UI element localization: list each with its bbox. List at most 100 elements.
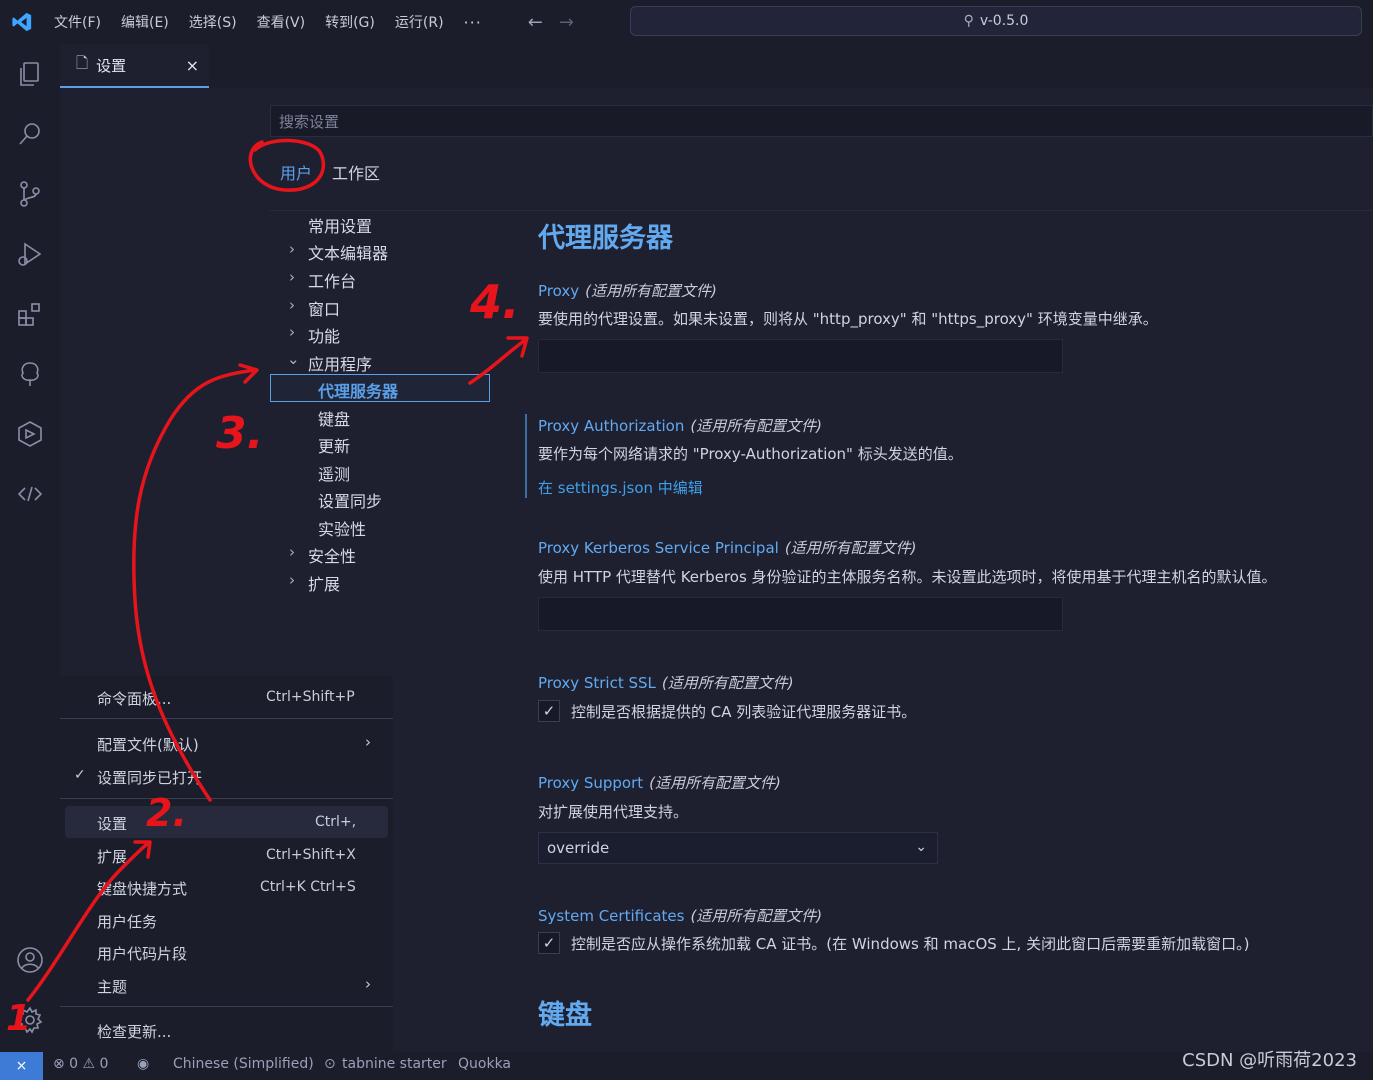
menu-keybindings[interactable]: 键盘快捷方式	[97, 878, 187, 899]
title-bar: 文件(F) 编辑(E) 选择(S) 查看(V) 转到(G) 运行(R) ··· …	[0, 0, 1373, 44]
remote-indicator-icon[interactable]: ⨯	[0, 1052, 43, 1080]
chevron-down-icon[interactable]: ⌄	[287, 350, 300, 368]
chevron-right-icon[interactable]: ›	[289, 268, 295, 286]
menu-snippets[interactable]: 用户代码片段	[97, 943, 187, 964]
toc-common[interactable]: 常用设置	[308, 213, 372, 237]
toc-text-editor[interactable]: 文本编辑器	[308, 240, 388, 264]
shortcut: Ctrl+Shift+X	[266, 847, 356, 863]
menu-view[interactable]: 查看(V)	[257, 12, 306, 32]
back-arrow-icon[interactable]: ←	[528, 12, 543, 33]
toc-keyboard[interactable]: 键盘	[318, 406, 350, 430]
search-placeholder: 搜索设置	[279, 112, 340, 131]
toc-experimental[interactable]: 实验性	[318, 516, 366, 540]
search-icon[interactable]	[14, 118, 46, 150]
menu-command-palette[interactable]: 命令面板...	[97, 688, 171, 709]
menu-settings[interactable]: 设置	[97, 813, 127, 834]
tabnine-status[interactable]: tabnine starter	[342, 1056, 447, 1072]
tab-settings[interactable]: 🗋 设置 ×	[60, 44, 209, 88]
live-share-icon[interactable]	[14, 478, 46, 510]
menu-edit[interactable]: 编辑(E)	[121, 12, 169, 32]
toc-sync[interactable]: 设置同步	[318, 488, 382, 512]
setting-strict-ssl-title: Proxy Strict SSL (适用所有配置文件)	[538, 672, 794, 693]
close-icon[interactable]: ×	[186, 56, 199, 75]
kerberos-input[interactable]	[538, 597, 1063, 631]
toc-extensions[interactable]: 扩展	[308, 571, 340, 595]
strict-ssl-label: 控制是否根据提供的 CA 列表验证代理服务器证书。	[571, 703, 917, 721]
menu-user-tasks[interactable]: 用户任务	[97, 911, 157, 932]
tab-bar: 🗋 设置 ×	[60, 44, 1373, 88]
chevron-right-icon[interactable]: ›	[289, 543, 295, 561]
setting-proxy-title: Proxy (适用所有配置文件)	[538, 280, 717, 301]
account-icon[interactable]	[14, 944, 46, 976]
chevron-right-icon[interactable]: ›	[289, 571, 295, 589]
toc-telemetry[interactable]: 遥测	[318, 461, 350, 485]
setting-proxy-auth-title: Proxy Authorization (适用所有配置文件)	[538, 415, 822, 436]
divider	[60, 798, 393, 799]
setting-name: System Certificates	[538, 907, 685, 925]
menu-check-updates[interactable]: 检查更新...	[97, 1021, 171, 1042]
setting-name: Proxy Authorization	[538, 417, 685, 435]
run-debug-icon[interactable]	[14, 238, 46, 270]
menu-file[interactable]: 文件(F)	[54, 12, 101, 32]
section-title: 代理服务器	[538, 223, 673, 254]
setting-scope: (适用所有配置文件)	[690, 907, 823, 925]
tree-icon[interactable]	[14, 358, 46, 390]
command-center-label: v-0.5.0	[979, 13, 1029, 29]
chevron-right-icon[interactable]: ›	[289, 296, 295, 314]
toc-workbench[interactable]: 工作台	[308, 268, 356, 292]
menu-sync-on[interactable]: 设置同步已打开	[97, 767, 202, 788]
setting-focus-bar	[525, 414, 527, 498]
settings-search-input[interactable]: 搜索设置	[270, 105, 1373, 137]
remote-explorer-icon[interactable]	[14, 418, 46, 450]
menu-themes[interactable]: 主题	[97, 976, 127, 997]
system-certs-label: 控制是否应从操作系统加载 CA 证书。(在 Windows 和 macOS 上,…	[571, 935, 1250, 953]
tab-user-scope[interactable]: 用户	[280, 160, 312, 184]
proxy-input[interactable]	[538, 339, 1063, 373]
menu-extensions[interactable]: 扩展	[97, 846, 127, 867]
setting-name: Proxy	[538, 282, 580, 300]
language-indicator[interactable]: Chinese (Simplified)	[173, 1056, 314, 1072]
explorer-icon[interactable]	[14, 58, 46, 90]
setting-scope: (适用所有配置文件)	[784, 539, 917, 557]
forward-arrow-icon[interactable]: →	[559, 12, 574, 33]
problems-indicator[interactable]: ⊗ 0 ⚠ 0	[53, 1056, 108, 1072]
eye-icon[interactable]: ◉	[137, 1056, 149, 1072]
watermark: CSDN @听雨荷2023	[1182, 1050, 1357, 1071]
tab-workspace-scope[interactable]: 工作区	[332, 160, 380, 184]
menu-profile[interactable]: 配置文件(默认)	[97, 734, 199, 755]
chevron-down-icon: ⌄	[915, 839, 927, 855]
section-title-keyboard: 键盘	[538, 1000, 592, 1031]
quokka-status[interactable]: Quokka	[458, 1056, 511, 1072]
menu-selection[interactable]: 选择(S)	[189, 12, 237, 32]
proxy-support-select[interactable]: override ⌄	[538, 832, 938, 864]
setting-scope: (适用所有配置文件)	[690, 417, 823, 435]
menu-run[interactable]: 运行(R)	[395, 12, 444, 32]
extensions-icon[interactable]	[14, 298, 46, 330]
vscode-logo-icon	[0, 0, 44, 44]
toc-window[interactable]: 窗口	[308, 296, 340, 320]
chevron-right-icon[interactable]: ›	[289, 240, 295, 258]
tab-label: 设置	[96, 56, 127, 75]
chevron-right-icon[interactable]: ›	[289, 323, 295, 341]
edit-in-settings-json-link[interactable]: 在 settings.json 中编辑	[538, 477, 703, 498]
toc-features[interactable]: 功能	[308, 323, 340, 347]
manage-gear-icon[interactable]	[14, 1004, 46, 1036]
toc-update[interactable]: 更新	[318, 433, 350, 457]
setting-proxy-support-desc: 对扩展使用代理支持。	[538, 803, 689, 821]
command-center-search[interactable]: ⚲ v-0.5.0	[630, 6, 1362, 36]
setting-proxy-auth-desc: 要作为每个网络请求的 "Proxy-Authorization" 标头发送的值。	[538, 445, 963, 463]
menu-go[interactable]: 转到(G)	[325, 12, 375, 32]
setting-proxy-desc: 要使用的代理设置。如果未设置，则将从 "http_proxy" 和 "https…	[538, 310, 1158, 328]
setting-system-certs-title: System Certificates (适用所有配置文件)	[538, 905, 822, 926]
setting-scope: (适用所有配置文件)	[661, 674, 794, 692]
toc-proxy[interactable]: 代理服务器	[318, 378, 398, 402]
menu-more-icon[interactable]: ···	[464, 13, 482, 32]
shortcut: Ctrl+K Ctrl+S	[260, 879, 356, 895]
divider	[60, 1006, 393, 1007]
toc-application[interactable]: 应用程序	[308, 351, 372, 375]
activity-bar	[0, 44, 60, 1052]
toc-security[interactable]: 安全性	[308, 543, 356, 567]
system-certs-checkbox[interactable]: ✓	[538, 932, 560, 954]
strict-ssl-checkbox[interactable]: ✓	[538, 700, 560, 722]
source-control-icon[interactable]	[14, 178, 46, 210]
